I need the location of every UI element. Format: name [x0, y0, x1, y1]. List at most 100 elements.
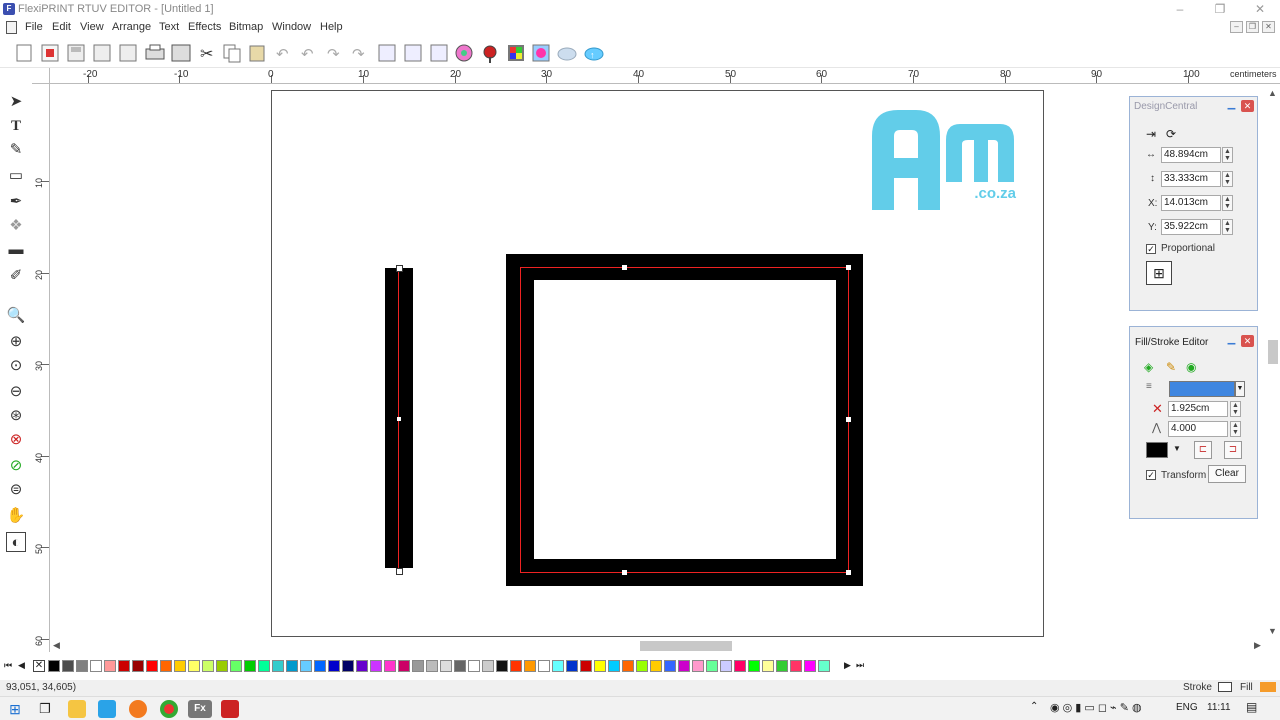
restore-button[interactable]: ❐	[1200, 0, 1240, 19]
palette-swatch[interactable]	[706, 660, 718, 672]
eyedropper-icon[interactable]: ✐	[6, 266, 26, 286]
app-blue-icon[interactable]	[98, 700, 116, 718]
menu-bitmap[interactable]: Bitmap	[229, 21, 263, 33]
scroll-up-icon[interactable]: ▲	[1268, 88, 1277, 98]
palette-swatch[interactable]	[552, 660, 564, 672]
menu-arrange[interactable]: Arrange	[112, 21, 151, 33]
start-icon[interactable]: ⊞	[6, 700, 24, 718]
palette-swatch[interactable]	[300, 660, 312, 672]
bar-node-handle[interactable]	[396, 265, 403, 272]
mdi-minimize-icon[interactable]: –	[1230, 21, 1243, 33]
zoom-in-icon[interactable]: ⊕	[6, 332, 26, 352]
palette-swatch[interactable]	[454, 660, 466, 672]
file-explorer-icon[interactable]	[68, 700, 86, 718]
shape-tool-icon[interactable]: ✎	[6, 140, 26, 160]
menu-help[interactable]: Help	[320, 21, 343, 33]
cut-icon[interactable]: ✂	[200, 46, 213, 63]
frame-node-handle[interactable]	[846, 417, 851, 422]
undo-icon[interactable]: ↶	[276, 46, 289, 63]
palette-swatch[interactable]	[482, 660, 494, 672]
firefox-icon[interactable]	[129, 700, 147, 718]
minimize-button[interactable]: –	[1160, 0, 1200, 19]
palette-swatch[interactable]	[258, 660, 270, 672]
palette-swatch[interactable]	[510, 660, 522, 672]
palette-swatch[interactable]	[790, 660, 802, 672]
upload-cloud-icon[interactable]: ↑	[584, 47, 604, 61]
copy-icon[interactable]	[223, 44, 241, 63]
palette-swatch[interactable]	[314, 660, 326, 672]
rgb-grid-icon[interactable]	[508, 45, 524, 61]
palette-swatch[interactable]	[496, 660, 508, 672]
tray-icons[interactable]: ◉ ◎ ▮ ▭ ◻ ⌁ ✎ ◍	[1050, 701, 1142, 714]
palette-swatch[interactable]	[356, 660, 368, 672]
palette-swatch[interactable]	[230, 660, 242, 672]
palette-first-icon[interactable]: ⏮	[4, 660, 12, 671]
no-color-swatch[interactable]: ✕	[33, 660, 45, 672]
notifications-icon[interactable]: ▤	[1246, 700, 1257, 714]
palette-swatch[interactable]	[762, 660, 774, 672]
arrange-icon[interactable]	[404, 44, 422, 62]
task-view-icon[interactable]: ❐	[36, 700, 54, 718]
scroll-left-icon[interactable]: ◀	[53, 640, 60, 651]
cloud-icon[interactable]	[557, 47, 577, 61]
width-field[interactable]: 48.894cm	[1161, 147, 1221, 163]
palette-swatch[interactable]	[132, 660, 144, 672]
palette-swatch[interactable]	[90, 660, 102, 672]
palette-swatch[interactable]	[118, 660, 130, 672]
palette-swatch[interactable]	[426, 660, 438, 672]
palette-swatch[interactable]	[272, 660, 284, 672]
fill-tool-icon[interactable]: ◐	[6, 532, 26, 552]
palette-swatch[interactable]	[440, 660, 452, 672]
paste-icon[interactable]	[249, 45, 265, 62]
y-field[interactable]: 35.922cm	[1161, 219, 1221, 235]
stroke-color-swatch[interactable]	[1146, 442, 1168, 458]
horizontal-scroll-thumb[interactable]	[640, 641, 732, 651]
palette-swatch[interactable]	[76, 660, 88, 672]
ruler-corner[interactable]	[32, 68, 50, 84]
palette-swatch[interactable]	[370, 660, 382, 672]
zoom-all-icon[interactable]: ⊛	[6, 406, 26, 426]
panel-close-icon[interactable]: ✕	[1241, 335, 1254, 347]
width-spinner[interactable]: ▲ ▼	[1222, 147, 1233, 163]
palette-swatch[interactable]	[62, 660, 74, 672]
palette-swatch[interactable]	[328, 660, 340, 672]
palette-swatch[interactable]	[650, 660, 662, 672]
transform-mode-icon[interactable]: ⇥	[1146, 127, 1156, 141]
palette-swatch[interactable]	[384, 660, 396, 672]
stroke-status-swatch[interactable]	[1218, 682, 1232, 692]
palette-swatch[interactable]	[160, 660, 172, 672]
frame-node-handle[interactable]	[622, 570, 627, 575]
rotate-mode-icon[interactable]: ⟳	[1166, 127, 1176, 141]
color-dropdown-icon[interactable]: ▼	[1173, 444, 1181, 453]
language-indicator[interactable]: ENG	[1176, 702, 1198, 713]
join-style-icon[interactable]: ⊐	[1224, 441, 1242, 459]
zoom-selected-icon[interactable]: ⊗	[6, 430, 26, 450]
palette-swatch[interactable]	[342, 660, 354, 672]
miter-spinner[interactable]: ▲ ▼	[1230, 421, 1241, 437]
palette-swatch[interactable]	[524, 660, 536, 672]
save-icon[interactable]	[67, 44, 85, 62]
frame-node-handle[interactable]	[846, 265, 851, 270]
undo-list-icon[interactable]: ↶	[301, 46, 314, 63]
rectangle-tool-icon[interactable]: ▭	[6, 166, 26, 186]
color-wheel-icon[interactable]	[455, 44, 473, 62]
clear-button[interactable]: Clear	[1208, 465, 1246, 483]
palette-swatch[interactable]	[692, 660, 704, 672]
palette-swatch[interactable]	[538, 660, 550, 672]
palette-swatch[interactable]	[776, 660, 788, 672]
nest-icon[interactable]	[430, 44, 448, 62]
tray-chevron-icon[interactable]: ⌃	[1030, 701, 1038, 712]
zoom-out-icon[interactable]: ⊖	[6, 382, 26, 402]
transform-checkbox[interactable]: ✓	[1146, 470, 1156, 480]
line-style-select[interactable]	[1169, 381, 1235, 397]
app-red-icon[interactable]	[221, 700, 239, 718]
y-spinner[interactable]: ▲ ▼	[1222, 219, 1233, 235]
menu-effects[interactable]: Effects	[188, 21, 221, 33]
palette-swatch[interactable]	[594, 660, 606, 672]
zoom-page-icon[interactable]: ⊙	[6, 356, 26, 376]
palette-swatch[interactable]	[202, 660, 214, 672]
palette-swatch[interactable]	[412, 660, 424, 672]
vertical-ruler[interactable]: 10 20 30 40 50 60	[32, 84, 50, 652]
print-icon[interactable]	[145, 44, 165, 60]
fill-status-swatch[interactable]	[1260, 682, 1276, 692]
